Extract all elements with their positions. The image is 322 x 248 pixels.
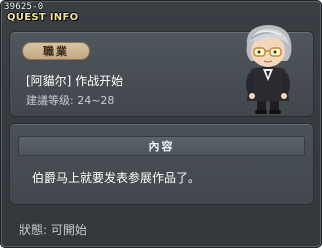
quest-content-panel: 內容 伯爵马上就要发表参展作品了。	[9, 123, 314, 205]
content-header: 內容	[18, 136, 305, 156]
required-level: 建議等级: 24~28	[26, 94, 115, 107]
quest-info-window: 39625-0 QUEST INFO 職業 [阿貓尔] 作战开始 建議等级: 2…	[0, 0, 322, 248]
npc-portrait-icon	[237, 21, 299, 115]
job-badge: 職業	[22, 42, 90, 60]
quest-status: 狀態: 可開始	[19, 223, 87, 237]
content-text: 伯爵马上就要发表参展作品了。	[32, 171, 201, 185]
window-title: QUEST INFO	[7, 12, 79, 23]
quest-id: 39625-0	[4, 2, 44, 12]
quest-name: [阿貓尔] 作战开始	[26, 74, 124, 88]
